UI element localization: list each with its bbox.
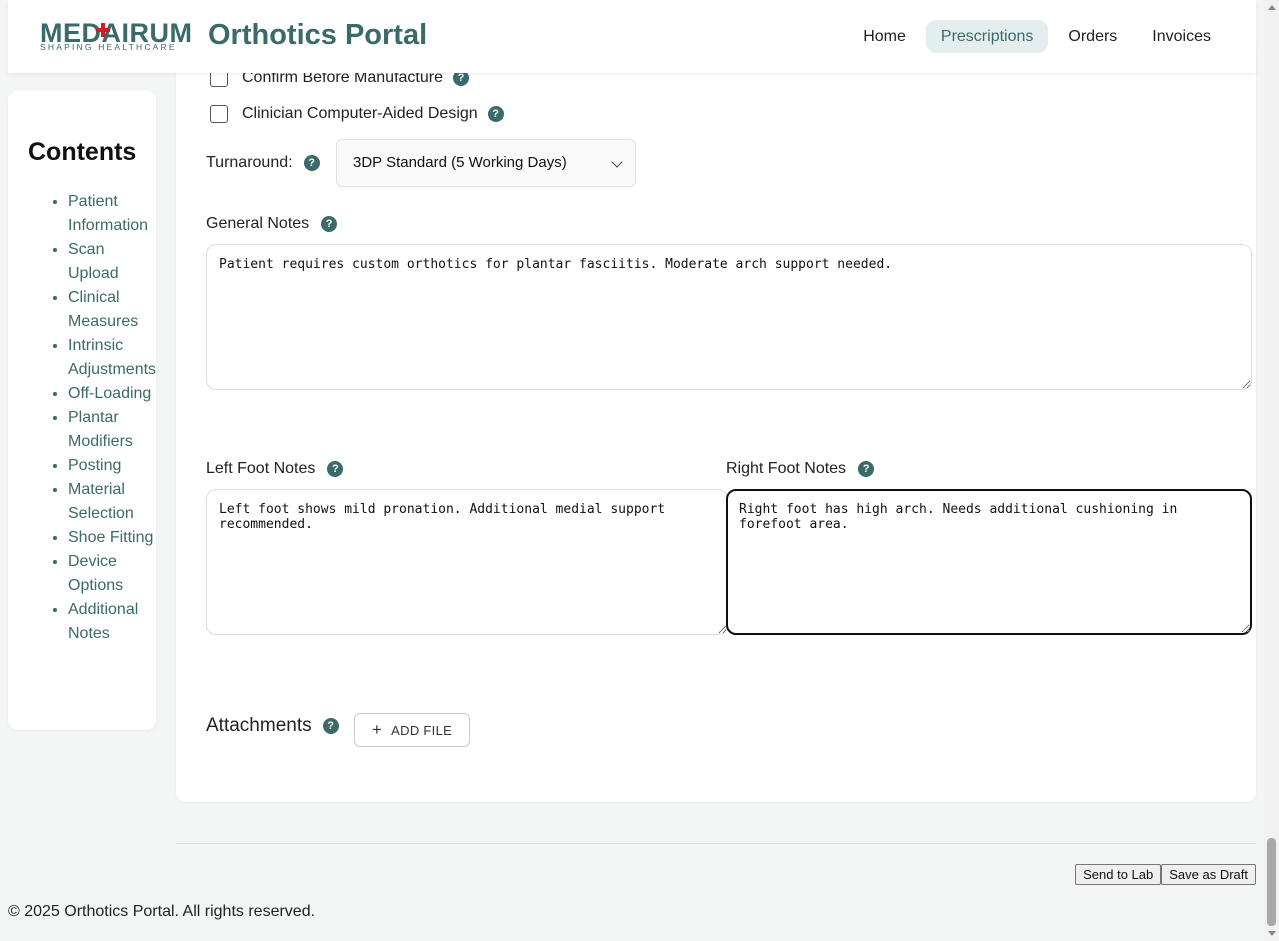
turnaround-label: Turnaround: — [206, 154, 293, 171]
medairum-logo[interactable]: MEDAIRUM SHAPING HEALTHCARE — [40, 19, 200, 52]
nav-orders[interactable]: Orders — [1053, 20, 1132, 53]
toc-link-additional-notes[interactable]: Additional Notes — [68, 601, 138, 642]
add-file-label: ADD FILE — [391, 722, 453, 738]
clinician-cad-label: Clinician Computer-Aided Design — [242, 105, 478, 122]
left-foot-notes-textarea[interactable]: Left foot shows mild pronation. Addition… — [206, 489, 728, 635]
toc-item: Plantar Modifiers — [68, 406, 156, 454]
right-foot-notes-label: Right Foot Notes — [726, 460, 847, 477]
toc-link-device-options[interactable]: Device Options — [68, 553, 123, 594]
help-icon[interactable]: ? — [327, 461, 344, 477]
contents-sidebar: Contents Patient Information Scan Upload… — [8, 90, 156, 730]
turnaround-selected-value: 3DP Standard (5 Working Days) — [353, 154, 567, 171]
send-to-lab-button[interactable]: Send to Lab — [1075, 864, 1162, 885]
toc-item: Clinical Measures — [68, 286, 156, 334]
nav-home[interactable]: Home — [848, 20, 921, 53]
toc-link-shoe-fitting[interactable]: Shoe Fitting — [68, 529, 153, 546]
scroll-down-arrow-icon[interactable] — [1268, 931, 1276, 936]
toc-item: Shoe Fitting — [68, 526, 156, 550]
clinician-cad-row: Clinician Computer-Aided Design ? — [210, 105, 504, 123]
toc-item: Off-Loading — [68, 382, 156, 406]
general-notes-label: General Notes — [206, 215, 310, 232]
clinician-cad-checkbox[interactable] — [210, 105, 228, 123]
toc-link-patient-information[interactable]: Patient Information — [68, 193, 148, 234]
attachments-label: Attachments — [206, 715, 312, 736]
page-scrollbar[interactable] — [1264, 0, 1279, 941]
prescription-form-card: Confirm Before Manufacture ? Clinician C… — [176, 40, 1256, 802]
toc-item: Material Selection — [68, 478, 156, 526]
help-icon[interactable]: ? — [487, 106, 504, 122]
turnaround-label-row: Turnaround: ? — [206, 139, 320, 187]
help-icon[interactable]: ? — [858, 461, 875, 477]
toc-link-clinical-measures[interactable]: Clinical Measures — [68, 289, 138, 330]
scrollbar-thumb[interactable] — [1267, 838, 1276, 926]
medical-cross-icon — [96, 23, 110, 37]
sidebar-title: Contents — [28, 138, 137, 166]
scroll-up-arrow-icon[interactable] — [1268, 5, 1276, 10]
toc-item: Posting — [68, 454, 156, 478]
toc-item: Additional Notes — [68, 598, 156, 646]
help-icon[interactable]: ? — [321, 216, 338, 232]
left-foot-notes-label: Left Foot Notes — [206, 460, 316, 477]
save-as-draft-button[interactable]: Save as Draft — [1161, 864, 1256, 885]
toc-link-posting[interactable]: Posting — [68, 457, 121, 474]
toc-link-scan-upload[interactable]: Scan Upload — [68, 241, 119, 282]
main-nav: Home Prescriptions Orders Invoices — [843, 20, 1226, 53]
chevron-down-icon — [611, 156, 623, 168]
nav-invoices[interactable]: Invoices — [1137, 20, 1226, 53]
toc-link-material-selection[interactable]: Material Selection — [68, 481, 134, 522]
turnaround-select[interactable]: 3DP Standard (5 Working Days) — [336, 139, 636, 187]
toc-item: Device Options — [68, 550, 156, 598]
help-icon[interactable]: ? — [322, 718, 339, 734]
add-file-button[interactable]: + ADD FILE — [354, 713, 470, 747]
app-header: MEDAIRUM SHAPING HEALTHCARE Orthotics Po… — [8, 0, 1256, 73]
app-title: Orthotics Portal — [208, 19, 428, 51]
logo-tagline: SHAPING HEALTHCARE — [40, 42, 177, 52]
toc-link-intrinsic-adjustments[interactable]: Intrinsic Adjustments — [68, 337, 156, 378]
toc-item: Intrinsic Adjustments — [68, 334, 156, 382]
general-notes-label-row: General Notes ? — [206, 215, 338, 233]
footer-copyright: © 2025 Orthotics Portal. All rights rese… — [8, 903, 316, 920]
attachments-label-row: Attachments ? — [206, 714, 339, 738]
toc-item: Patient Information — [68, 190, 156, 238]
toc-item: Scan Upload — [68, 238, 156, 286]
contents-list: Patient Information Scan Upload Clinical… — [28, 190, 156, 646]
toc-link-off-loading[interactable]: Off-Loading — [68, 385, 151, 402]
toc-link-plantar-modifiers[interactable]: Plantar Modifiers — [68, 409, 133, 450]
form-actions: Send to Lab Save as Draft — [1075, 864, 1256, 885]
right-foot-notes-textarea[interactable]: Right foot has high arch. Needs addition… — [726, 489, 1252, 635]
actions-divider — [176, 843, 1256, 844]
nav-prescriptions[interactable]: Prescriptions — [925, 20, 1049, 53]
right-foot-notes-label-row: Right Foot Notes ? — [726, 460, 875, 478]
help-icon[interactable]: ? — [303, 155, 320, 171]
plus-icon: + — [371, 720, 383, 739]
left-foot-notes-label-row: Left Foot Notes ? — [206, 460, 344, 478]
general-notes-textarea[interactable]: Patient requires custom orthotics for pl… — [206, 244, 1252, 390]
